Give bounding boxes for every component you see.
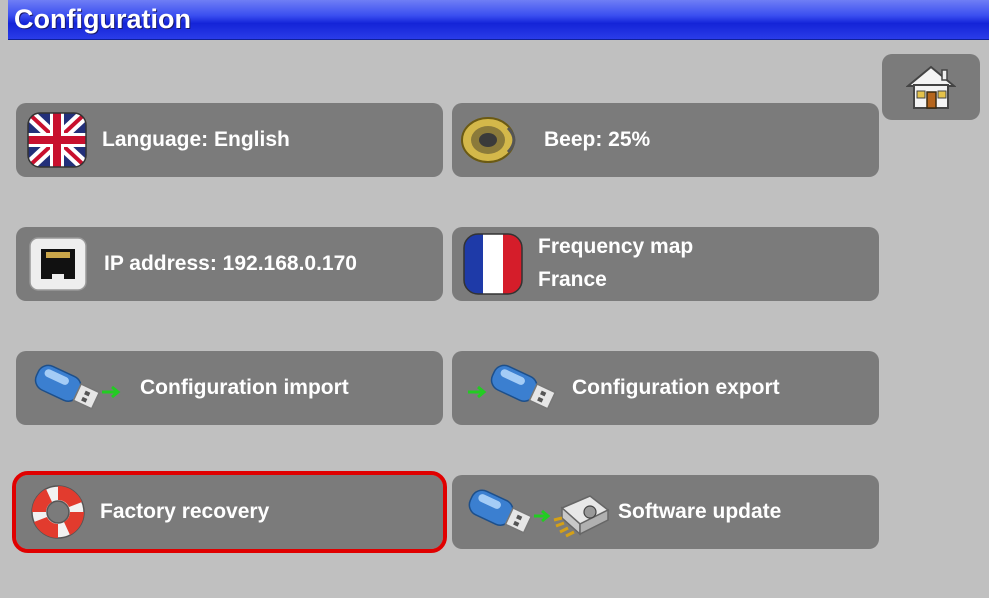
frequency-map-text: Frequency map France [538, 231, 693, 296]
lifebuoy-icon [31, 485, 85, 539]
usb-chip-update-icon [468, 489, 610, 538]
usb-import-icon [34, 364, 121, 410]
factory-recovery-label: Factory recovery [100, 499, 270, 523]
page-title: Configuration [14, 4, 191, 34]
software-update-label: Software update [618, 499, 782, 523]
beep-label: Beep: 25% [544, 127, 651, 151]
ip-address-button[interactable]: IP address: 192.168.0.170 [16, 227, 443, 301]
uk-flag-icon [27, 112, 87, 168]
usb-export-icon [468, 364, 557, 410]
france-flag-icon [463, 233, 523, 295]
ip-address-label: IP address: 192.168.0.170 [104, 251, 357, 275]
configuration-import-button[interactable]: Configuration import [16, 351, 443, 425]
configuration-export-label: Configuration export [572, 375, 780, 399]
frequency-map-country: France [538, 268, 607, 291]
frequency-map-button[interactable]: Frequency map France [452, 227, 879, 301]
speaker-icon [461, 117, 516, 163]
language-label: Language: English [102, 127, 290, 151]
factory-recovery-button[interactable]: Factory recovery [12, 471, 447, 553]
language-button[interactable]: Language: English [16, 103, 443, 177]
beep-button[interactable]: Beep: 25% [452, 103, 879, 177]
home-button[interactable] [882, 54, 980, 120]
software-update-button[interactable]: Software update [452, 475, 879, 549]
configuration-export-button[interactable]: Configuration export [452, 351, 879, 425]
frequency-map-label: Frequency map [538, 235, 694, 259]
configuration-import-label: Configuration import [140, 375, 349, 399]
home-icon [906, 65, 956, 109]
title-bar: Configuration [8, 0, 989, 40]
ethernet-port-icon [29, 237, 87, 291]
